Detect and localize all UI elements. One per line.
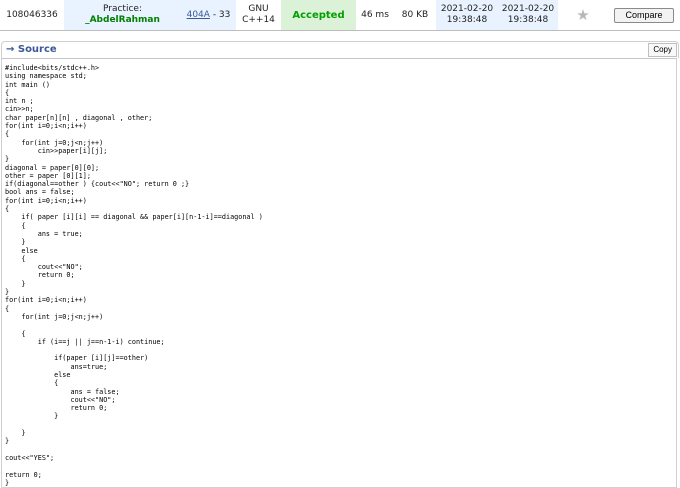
language-cell: GNU C++14 — [236, 0, 281, 30]
memory-cell: 80 KB — [394, 0, 436, 30]
code-line: return 0; — [5, 470, 42, 479]
party-cell: Practice: _AbdelRahman — [64, 0, 181, 30]
favorite-cell: ★ — [558, 0, 608, 30]
code-line: diagonal = paper[0][0]; — [5, 163, 100, 172]
code-line: for(int j=0;j<n;j++) — [5, 138, 104, 147]
problem-link[interactable]: 404A — [187, 10, 210, 20]
verdict-cell: Accepted — [281, 0, 356, 30]
code-line: using namespace std; — [5, 72, 87, 81]
code-line: if (i==j || j==n-1-i) continue; — [5, 337, 165, 346]
code-line: #include<bits/stdc++.h> — [5, 64, 100, 72]
submitted-date: 2021-02-20 — [440, 4, 494, 14]
problem-cell: 404A - 33 — [181, 0, 236, 30]
code-line: cout<<"YES"; — [5, 453, 55, 462]
code-line: return 0; — [5, 404, 108, 413]
code-line: } — [5, 478, 10, 487]
code-line: other = paper [0][1]; — [5, 171, 91, 180]
code-line: { — [5, 88, 10, 97]
code-line: cin>>n; — [5, 105, 34, 114]
code-line: char paper[n][n] , diagonal , other; — [5, 113, 153, 122]
code-line: int n ; — [5, 97, 34, 106]
code-line: ans = true; — [5, 229, 83, 238]
code-line: { — [5, 329, 26, 338]
submission-id-text[interactable]: 108046336 — [6, 10, 58, 21]
code-line: return 0; — [5, 271, 75, 280]
code-line: { — [5, 254, 26, 263]
party-prefix: Practice: — [103, 4, 142, 14]
source-code-box: #include<bits/stdc++.h> using namespace s… — [1, 58, 677, 488]
judged-time: 19:38:48 — [507, 15, 549, 25]
code-line: { — [5, 379, 59, 388]
code-line: if(paper [i][j]==other) — [5, 354, 149, 363]
time-text: 46 ms — [361, 9, 389, 20]
code-line: else — [5, 246, 38, 255]
star-icon[interactable]: ★ — [576, 7, 589, 22]
code-line: } — [5, 437, 10, 446]
problem-rest: - 33 — [209, 9, 231, 20]
code-line: else — [5, 370, 71, 379]
submitted-time: 19:38:48 — [446, 15, 488, 25]
code-line: } — [5, 288, 10, 297]
judged-date: 2021-02-20 — [501, 4, 555, 14]
code-line: } — [5, 429, 26, 438]
code-line: { — [5, 221, 26, 230]
verdict-text: Accepted — [292, 9, 345, 21]
compare-button[interactable]: Compare — [614, 7, 674, 23]
code-line: cin>>paper[i][j]; — [5, 146, 108, 155]
code-line: cout<<"NO"; — [5, 263, 83, 272]
code-line: } — [5, 279, 26, 288]
submission-id[interactable]: 108046336 — [0, 0, 64, 30]
code-line: { — [5, 304, 10, 313]
submission-row: 108046336 Practice: _AbdelRahman 404A - … — [0, 0, 680, 31]
code-line: ans=true; — [5, 362, 108, 371]
code-line: } — [5, 238, 26, 247]
code-line: for(int i=0;i<n;i++) — [5, 122, 87, 131]
code-line: if( paper [i][i] == diagonal && paper[i]… — [5, 213, 263, 222]
code-line: } — [5, 155, 10, 164]
judged-cell: 2021-02-20 19:38:48 — [498, 0, 558, 30]
memory-text: 80 KB — [401, 9, 429, 20]
code-line: for(int i=0;i<n;i++) — [5, 196, 87, 205]
source-title: → Source — [6, 44, 57, 55]
copy-button[interactable]: Copy — [648, 43, 677, 57]
source-code[interactable]: #include<bits/stdc++.h> using namespace s… — [5, 64, 263, 487]
code-line: for(int i=0;i<n;i++) — [5, 296, 87, 305]
code-line: { — [5, 130, 10, 139]
code-line: if(diagonal==other ) {cout<<"NO"; return… — [5, 180, 190, 189]
compare-cell: Compare — [608, 0, 680, 30]
code-line: for(int j=0;j<n;j++) — [5, 312, 104, 321]
language-line1: GNU — [248, 4, 269, 14]
code-line: bool ans = false; — [5, 188, 75, 197]
language-line2: C++14 — [242, 15, 275, 25]
code-line: { — [5, 205, 10, 214]
code-line: } — [5, 412, 59, 421]
time-cell: 46 ms — [356, 0, 394, 30]
code-line: cout<<"NO"; — [5, 395, 116, 404]
code-line: int main () — [5, 80, 51, 89]
user-handle-link[interactable]: _AbdelRahman — [85, 15, 160, 26]
code-line: ans = false; — [5, 387, 120, 396]
submitted-cell: 2021-02-20 19:38:48 — [436, 0, 498, 30]
source-header: → Source Copy — [1, 41, 679, 58]
